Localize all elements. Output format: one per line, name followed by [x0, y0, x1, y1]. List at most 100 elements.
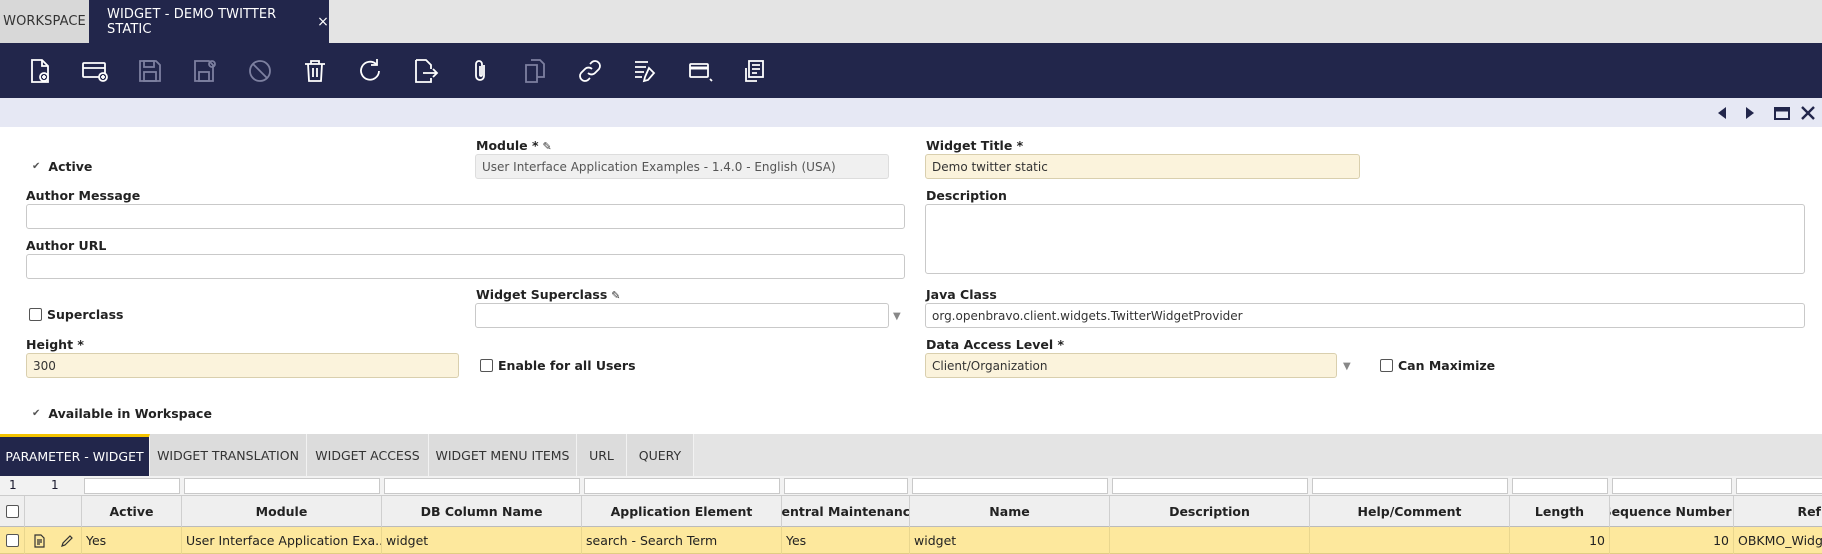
tab-query[interactable]: QUERY: [627, 434, 694, 476]
parameter-grid: 1 1 Active Module DB Column Name Applica…: [0, 476, 1822, 554]
filter-db-column[interactable]: [384, 478, 580, 494]
author-url-field[interactable]: [26, 254, 905, 279]
tab-workspace[interactable]: WORKSPACE: [0, 0, 89, 43]
header-sequence[interactable]: Sequence Number▲: [1610, 496, 1734, 527]
widget-title-field[interactable]: Demo twitter static: [925, 154, 1360, 179]
header-app-element[interactable]: Application Element: [582, 496, 782, 527]
row-checkbox[interactable]: [0, 527, 25, 554]
print-record-icon[interactable]: [740, 56, 770, 86]
cell-length: 10: [1510, 527, 1610, 554]
filter-row: 1 1: [0, 476, 1822, 496]
data-access-level-label: Data Access Level *: [926, 337, 1065, 352]
cell-central: Yes: [782, 527, 910, 554]
tab-widget-demo-twitter-static[interactable]: WIDGET - DEMO TWITTER STATIC ×: [89, 0, 329, 43]
widget-title-label: Widget Title *: [926, 138, 1024, 153]
link-icon[interactable]: [575, 56, 605, 86]
header-ref[interactable]: Ref: [1734, 496, 1822, 527]
module-label: Module * ✎: [476, 138, 552, 153]
tab-widget-access[interactable]: WIDGET ACCESS: [307, 434, 429, 476]
edit-row-icon[interactable]: [53, 527, 82, 554]
tab-parameter-widget[interactable]: PARAMETER - WIDGET: [0, 434, 150, 476]
filter-name[interactable]: [912, 478, 1108, 494]
header-central[interactable]: Central Maintenance: [782, 496, 910, 527]
child-tab-bar: PARAMETER - WIDGET WIDGET TRANSLATION WI…: [0, 434, 1822, 476]
new-document-icon[interactable]: [25, 56, 55, 86]
toolbar: [0, 43, 1822, 98]
cell-help: [1310, 527, 1510, 554]
description-field[interactable]: [925, 204, 1805, 274]
refresh-icon[interactable]: [355, 56, 385, 86]
height-label: Height *: [26, 337, 84, 352]
author-message-field[interactable]: [26, 204, 905, 229]
filter-ref[interactable]: [1736, 478, 1822, 494]
header-name[interactable]: Name: [910, 496, 1110, 527]
tab-url[interactable]: URL: [577, 434, 627, 476]
grid-form-toggle-icon[interactable]: [685, 56, 715, 86]
filter-sequence[interactable]: [1612, 478, 1732, 494]
data-access-level-field[interactable]: Client/Organization: [925, 353, 1337, 378]
save-icon[interactable]: [135, 56, 165, 86]
header-module[interactable]: Module: [182, 496, 382, 527]
header-actions: [25, 496, 82, 527]
enable-all-users-checkbox[interactable]: Enable for all Users: [480, 358, 636, 373]
tab-widget-menu-items[interactable]: WIDGET MENU ITEMS: [429, 434, 577, 476]
can-maximize-checkbox[interactable]: Can Maximize: [1380, 358, 1495, 373]
available-workspace-checkbox[interactable]: ✔ Available in Workspace: [32, 406, 212, 421]
new-row-icon[interactable]: [80, 56, 110, 86]
header-db-column[interactable]: DB Column Name: [382, 496, 582, 527]
author-url-label: Author URL: [26, 238, 107, 253]
tab-label: WIDGET - DEMO TWITTER STATIC: [107, 6, 277, 37]
checkbox-box[interactable]: [1380, 359, 1393, 372]
export-icon[interactable]: [410, 56, 440, 86]
filter-central[interactable]: [784, 478, 908, 494]
clone-icon[interactable]: [520, 56, 550, 86]
maximize-icon[interactable]: [1772, 103, 1792, 123]
edit-link-icon[interactable]: ✎: [543, 140, 552, 153]
superclass-checkbox[interactable]: Superclass: [29, 307, 124, 322]
attach-icon[interactable]: [465, 56, 495, 86]
java-class-field[interactable]: org.openbravo.client.widgets.TwitterWidg…: [925, 303, 1805, 328]
active-checkbox[interactable]: ✔ Active: [32, 159, 92, 174]
can-maximize-label: Can Maximize: [1398, 358, 1496, 373]
select-all-checkbox[interactable]: [0, 496, 25, 527]
close-tab-icon[interactable]: ×: [317, 14, 329, 30]
filter-help[interactable]: [1312, 478, 1508, 494]
header-help[interactable]: Help/Comment: [1310, 496, 1510, 527]
close-form-icon[interactable]: [1798, 103, 1818, 123]
filter-app-element[interactable]: [584, 478, 780, 494]
cell-ref: OBKMO_Widg: [1738, 533, 1822, 548]
author-message-label: Author Message: [26, 188, 141, 203]
filter-module[interactable]: [184, 478, 380, 494]
cell-module: User Interface Application Exa...: [182, 527, 382, 554]
window-tab-bar: WORKSPACE WIDGET - DEMO TWITTER STATIC ×: [0, 0, 1822, 43]
checkbox-box[interactable]: [480, 359, 493, 372]
edit-link-icon[interactable]: ✎: [611, 289, 620, 302]
filter-description[interactable]: [1112, 478, 1308, 494]
tab-widget-translation[interactable]: WIDGET TRANSLATION: [150, 434, 307, 476]
header-length[interactable]: Length: [1510, 496, 1610, 527]
record-navigation-bar: [0, 98, 1822, 127]
checkbox-box[interactable]: [29, 308, 42, 321]
available-workspace-label: Available in Workspace: [48, 406, 212, 421]
save-and-close-icon[interactable]: [190, 56, 220, 86]
cell-active: Yes: [82, 527, 182, 554]
filter-length[interactable]: [1512, 478, 1608, 494]
dropdown-arrow-icon[interactable]: ▼: [1343, 361, 1351, 372]
height-field[interactable]: 300: [26, 353, 459, 378]
table-row[interactable]: Yes User Interface Application Exa... wi…: [0, 527, 1822, 554]
filter-active[interactable]: [84, 478, 180, 494]
widget-superclass-field[interactable]: [475, 303, 889, 328]
active-label: Active: [48, 159, 93, 174]
open-form-icon[interactable]: [25, 527, 53, 554]
undo-icon[interactable]: [245, 56, 275, 86]
previous-record-icon[interactable]: [1712, 103, 1732, 123]
header-row: Active Module DB Column Name Application…: [0, 496, 1822, 527]
enable-all-users-label: Enable for all Users: [498, 358, 636, 373]
audit-trail-icon[interactable]: [630, 56, 660, 86]
header-active[interactable]: Active: [82, 496, 182, 527]
superclass-label: Superclass: [47, 307, 124, 322]
dropdown-arrow-icon[interactable]: ▼: [893, 311, 901, 322]
next-record-icon[interactable]: [1740, 103, 1760, 123]
delete-icon[interactable]: [300, 56, 330, 86]
header-description[interactable]: Description: [1110, 496, 1310, 527]
